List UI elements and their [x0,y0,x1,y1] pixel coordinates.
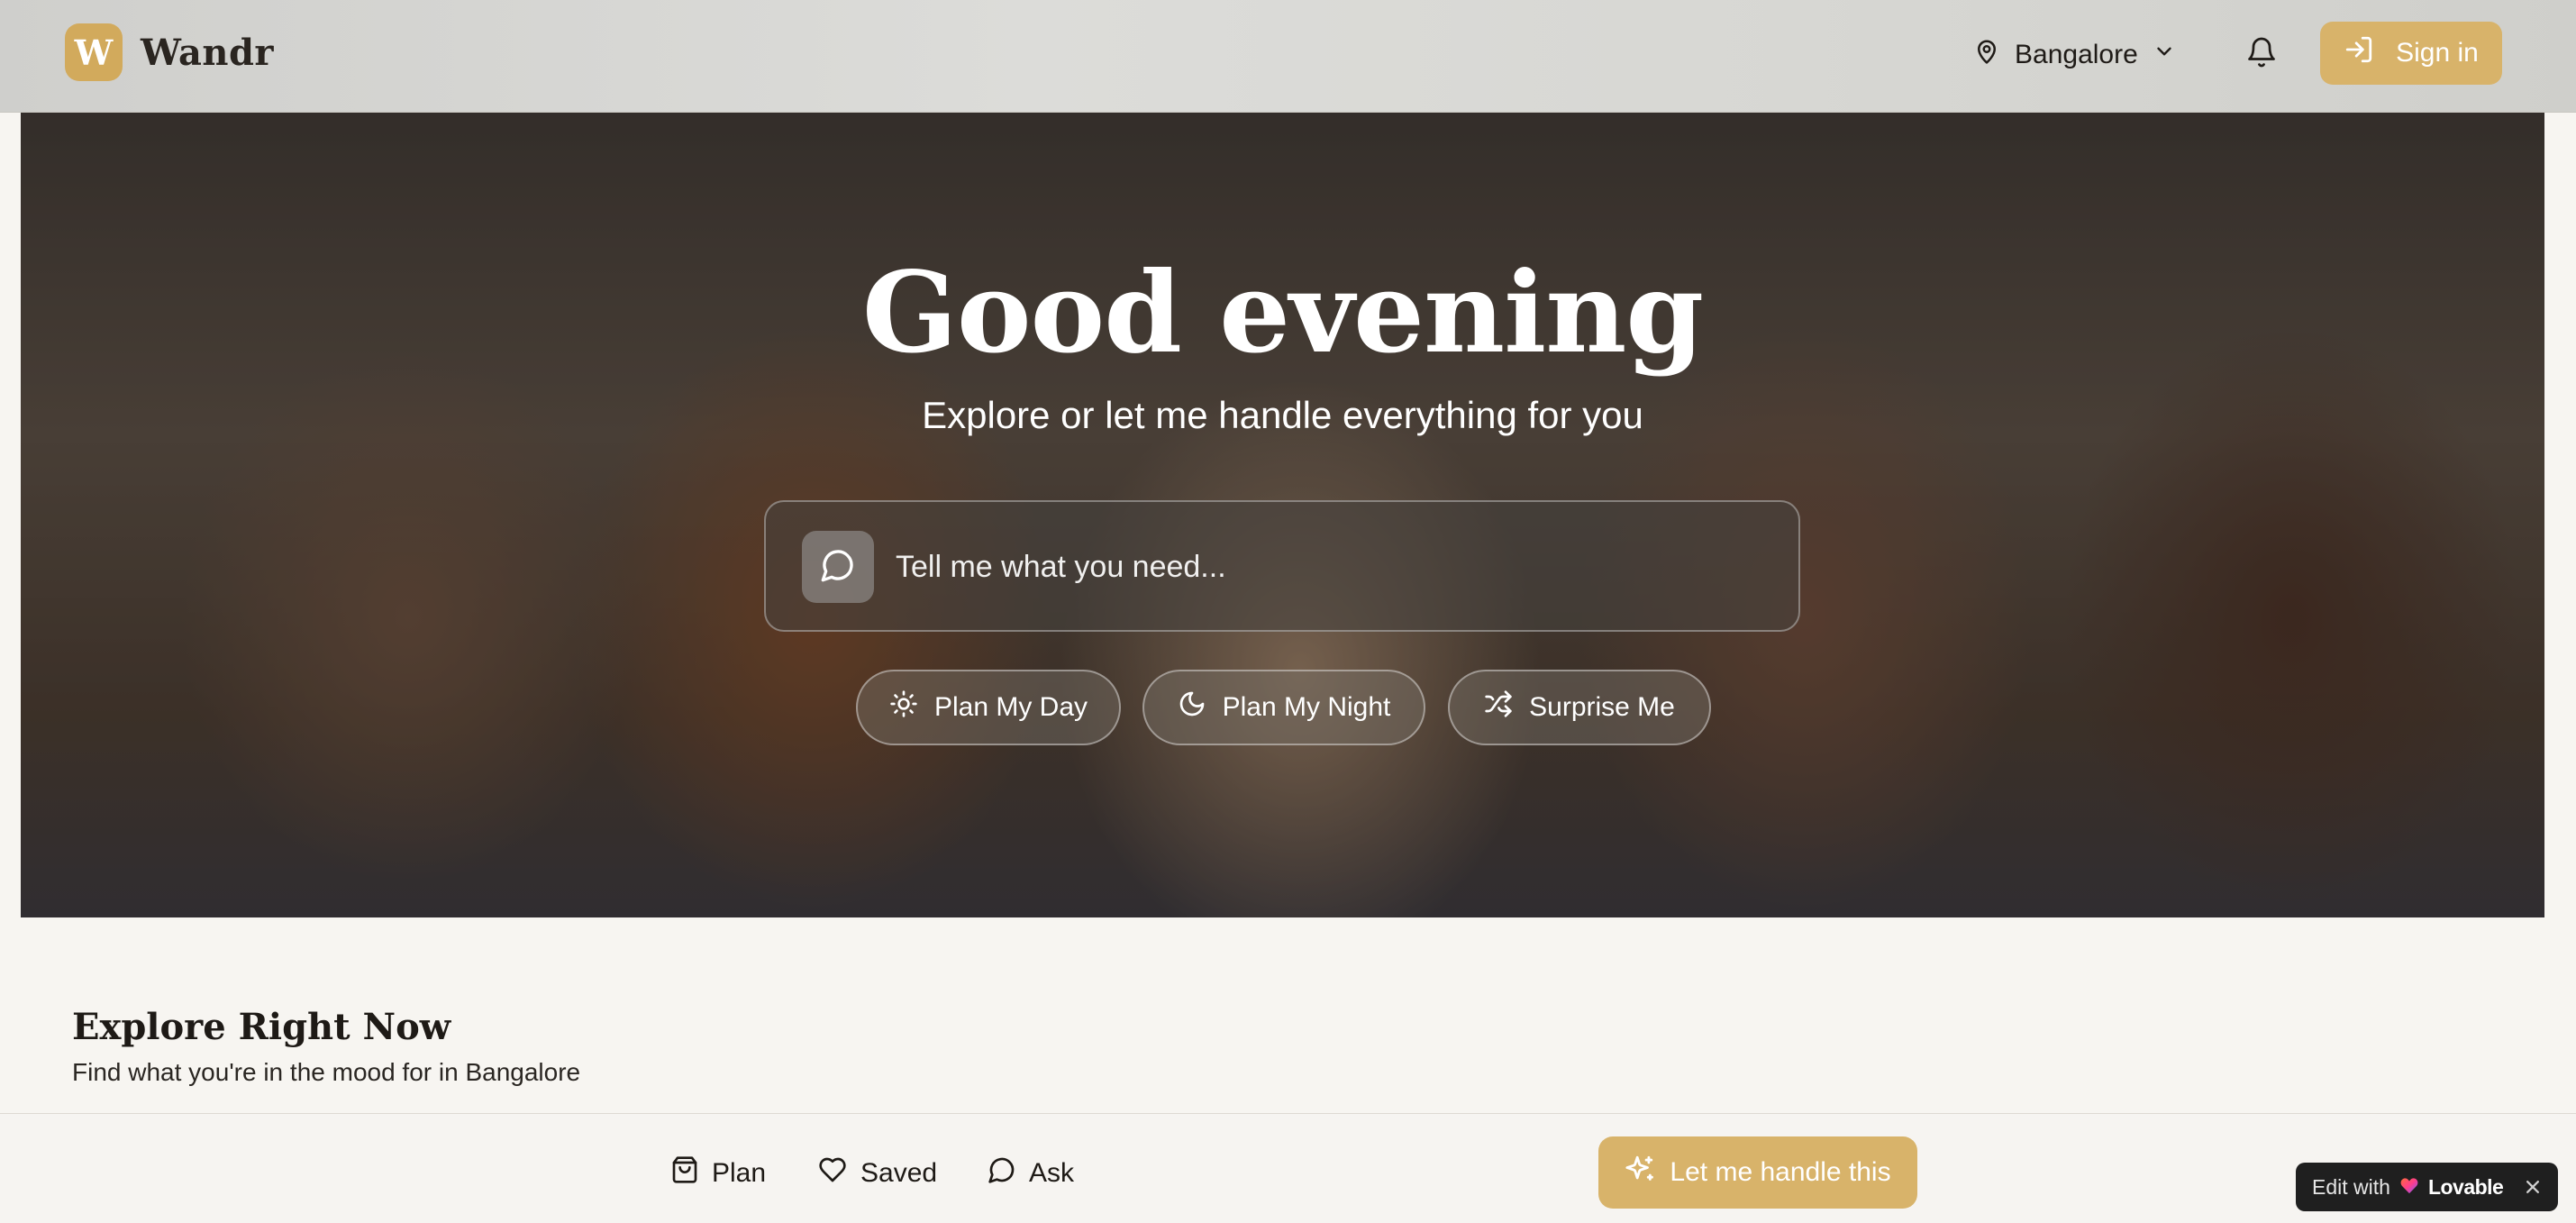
explore-section-subtitle: Find what you're in the mood for in Bang… [72,1058,581,1086]
surprise-me-label: Surprise Me [1529,692,1675,722]
notifications-button[interactable] [2245,34,2281,74]
location-label: Bangalore [2015,40,2138,69]
ask-input[interactable] [896,534,1761,599]
sign-in-button[interactable]: Sign in [2320,22,2502,85]
close-icon[interactable] [2520,1174,2545,1200]
plan-my-night-button[interactable]: Plan My Night [1142,670,1425,745]
nav-plan[interactable]: Plan [670,1155,766,1191]
chat-bubble-icon [988,1155,1016,1191]
plan-my-day-button[interactable]: Plan My Day [856,670,1121,745]
map-pin-icon [1973,36,2000,74]
bottom-nav-bar: Plan Saved Ask Let me handle this Edit w… [0,1113,2576,1223]
chat-icon-badge [802,531,874,603]
nav-saved-label: Saved [860,1158,938,1188]
hero-greeting: Good evening [861,248,1704,379]
plan-my-night-label: Plan My Night [1222,692,1391,722]
brand-name: Wandr [141,31,274,74]
let-me-handle-this-button[interactable]: Let me handle this [1598,1136,1917,1209]
let-me-handle-this-label: Let me handle this [1670,1157,1891,1187]
lovable-heart-icon [2399,1175,2419,1200]
ask-assistant-box[interactable] [764,500,1800,632]
shopping-bag-icon [670,1155,699,1192]
edit-with-lovable-badge[interactable]: Edit with Lovable [2296,1163,2558,1211]
shuffle-icon [1484,689,1513,726]
sign-in-label: Sign in [2396,38,2479,68]
explore-section-title: Explore Right Now [72,1006,451,1048]
nav-plan-label: Plan [712,1158,767,1188]
hero-subtitle: Explore or let me handle everything for … [922,394,1643,436]
moon-icon [1178,689,1206,726]
lovable-badge-brand: Lovable [2427,1174,2504,1199]
chevron-down-icon [2153,40,2176,70]
sun-icon [889,689,918,726]
chat-bubble-icon [820,547,856,588]
bell-icon [2245,37,2278,74]
nav-ask[interactable]: Ask [988,1155,1074,1191]
sparkles-icon [1625,1154,1655,1191]
nav-ask-label: Ask [1029,1158,1075,1188]
hero-banner: Good evening Explore or let me handle ev… [21,113,2544,917]
plan-my-day-label: Plan My Day [933,692,1088,722]
top-header: W Wandr Bangalore Sign in [0,0,2576,113]
heart-icon [817,1155,848,1191]
log-in-icon [2344,34,2374,72]
surprise-me-button[interactable]: Surprise Me [1448,670,1711,745]
location-selector[interactable]: Bangalore [1973,32,2176,78]
logo-mark: W [65,23,123,81]
lovable-badge-prefix: Edit with [2312,1174,2390,1199]
brand-logo[interactable]: W Wandr [65,23,274,81]
nav-saved[interactable]: Saved [817,1155,937,1191]
